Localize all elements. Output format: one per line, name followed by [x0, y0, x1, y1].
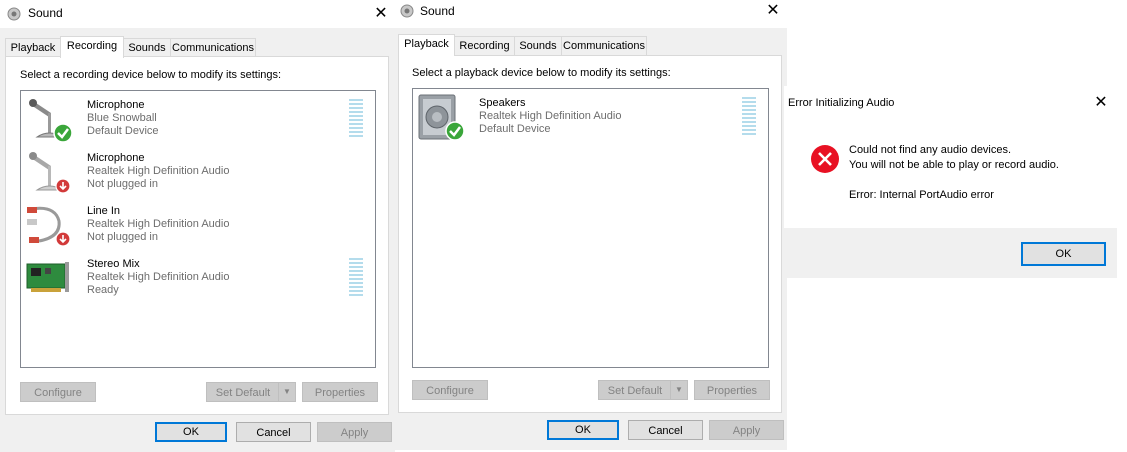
- tab-sounds[interactable]: Sounds: [514, 36, 562, 55]
- level-meter: [349, 99, 363, 139]
- set-default-label: Set Default: [215, 387, 271, 399]
- dialog-button-bar: OK: [784, 228, 1117, 278]
- device-status: Not plugged in: [87, 178, 158, 190]
- error-message-line2: You will not be able to play or record a…: [849, 159, 1059, 171]
- instruction-text: Select a playback device below to modify…: [412, 67, 671, 79]
- unplugged-icon: [55, 178, 71, 194]
- device-name: Line In: [87, 205, 121, 217]
- recording-titlebar: Sound ✕: [0, 0, 395, 28]
- chevron-down-icon[interactable]: ▼: [670, 381, 687, 399]
- set-default-label: Set Default: [607, 385, 663, 397]
- device-driver: Realtek High Definition Audio: [87, 271, 230, 283]
- ok-button[interactable]: OK: [155, 422, 227, 442]
- device-status: Default Device: [87, 125, 159, 137]
- ok-button[interactable]: OK: [547, 420, 619, 440]
- ok-button[interactable]: OK: [1021, 242, 1106, 266]
- device-driver: Blue Snowball: [87, 112, 157, 124]
- playback-device-list[interactable]: Speakers Realtek High Definition Audio D…: [412, 88, 769, 368]
- tab-playback[interactable]: Playback: [5, 38, 61, 57]
- error-detail: Error: Internal PortAudio error: [849, 189, 994, 201]
- properties-button[interactable]: Properties: [694, 380, 770, 400]
- error-message-line1: Could not find any audio devices.: [849, 144, 1012, 156]
- level-meter: [349, 258, 363, 298]
- cancel-button[interactable]: Cancel: [628, 420, 703, 440]
- tab-recording[interactable]: Recording: [60, 36, 124, 58]
- error-dialog: Error Initializing Audio ✕ Could not fin…: [784, 86, 1117, 278]
- list-item[interactable]: Speakers Realtek High Definition Audio D…: [417, 93, 764, 143]
- close-icon[interactable]: ✕: [372, 4, 390, 22]
- apply-button[interactable]: Apply: [709, 420, 784, 440]
- properties-button[interactable]: Properties: [302, 382, 378, 402]
- dialog-title: Error Initializing Audio: [788, 97, 895, 109]
- error-icon: [811, 145, 839, 173]
- set-default-button[interactable]: Set Default ▼: [598, 380, 688, 400]
- apply-button[interactable]: Apply: [317, 422, 392, 442]
- default-check-icon: [445, 121, 465, 141]
- tab-sounds[interactable]: Sounds: [123, 38, 171, 57]
- recording-sound-window: Sound ✕ Playback Recording Sounds Commun…: [0, 0, 395, 452]
- device-name: Stereo Mix: [87, 258, 140, 270]
- instruction-text: Select a recording device below to modif…: [20, 69, 282, 81]
- unplugged-icon: [55, 231, 71, 247]
- playback-tab-panel: Select a playback device below to modify…: [398, 55, 782, 413]
- close-icon[interactable]: ✕: [764, 1, 782, 19]
- device-name: Microphone: [87, 99, 145, 111]
- close-icon[interactable]: ✕: [1092, 93, 1110, 111]
- tab-communications[interactable]: Communications: [561, 36, 647, 55]
- window-title: Sound: [420, 4, 455, 18]
- device-status: Default Device: [479, 123, 551, 135]
- level-meter: [742, 97, 756, 137]
- default-check-icon: [53, 123, 73, 143]
- list-item[interactable]: Microphone Realtek High Definition Audio…: [25, 148, 371, 198]
- device-status: Ready: [87, 284, 119, 296]
- sound-app-icon: [7, 7, 21, 21]
- tab-playback[interactable]: Playback: [398, 34, 455, 56]
- list-item[interactable]: Line In Realtek High Definition Audio No…: [25, 201, 371, 251]
- recording-device-list[interactable]: Microphone Blue Snowball Default Device: [20, 90, 376, 368]
- device-driver: Realtek High Definition Audio: [87, 218, 230, 230]
- playback-titlebar: Sound ✕: [395, 0, 787, 28]
- device-driver: Realtek High Definition Audio: [87, 165, 230, 177]
- device-driver: Realtek High Definition Audio: [479, 110, 622, 122]
- sound-card-icon: [26, 262, 69, 292]
- tab-recording[interactable]: Recording: [454, 36, 515, 55]
- list-item[interactable]: Microphone Blue Snowball Default Device: [25, 95, 371, 145]
- set-default-button[interactable]: Set Default ▼: [206, 382, 296, 402]
- device-name: Microphone: [87, 152, 145, 164]
- device-name: Speakers: [479, 97, 526, 109]
- sound-app-icon: [400, 4, 414, 18]
- configure-button[interactable]: Configure: [20, 382, 96, 402]
- recording-tab-panel: Select a recording device below to modif…: [5, 56, 389, 415]
- window-title: Sound: [28, 6, 63, 20]
- configure-button[interactable]: Configure: [412, 380, 488, 400]
- playback-sound-window: Sound ✕ Playback Recording Sounds Commun…: [395, 0, 787, 450]
- list-item[interactable]: Stereo Mix Realtek High Definition Audio…: [25, 254, 371, 304]
- tab-communications[interactable]: Communications: [170, 38, 256, 57]
- cancel-button[interactable]: Cancel: [236, 422, 311, 442]
- chevron-down-icon[interactable]: ▼: [278, 383, 295, 401]
- device-status: Not plugged in: [87, 231, 158, 243]
